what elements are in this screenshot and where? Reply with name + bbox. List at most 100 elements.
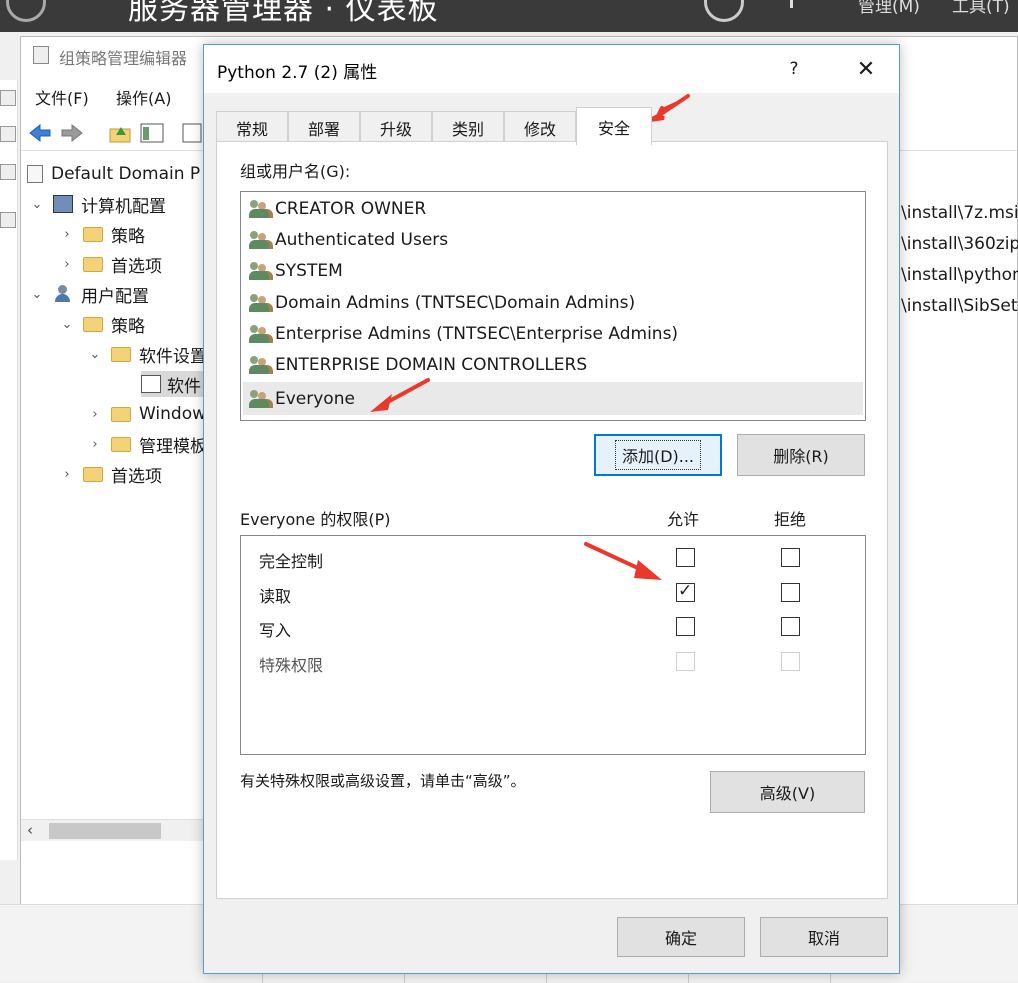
tree-uc-policies[interactable]: ⌄ 策略 bbox=[61, 311, 145, 337]
tab-deployment[interactable]: 部署 bbox=[288, 111, 360, 143]
tab-modifications[interactable]: 修改 bbox=[504, 111, 576, 143]
tree-software-install-label: 软件 bbox=[167, 376, 201, 397]
tab-upgrades[interactable]: 升级 bbox=[360, 111, 432, 143]
user-item-enterprise-dcs[interactable]: ENTERPRISE DOMAIN CONTROLLERS bbox=[243, 350, 863, 380]
computer-icon bbox=[53, 195, 73, 213]
permissions-label: Everyone 的权限(P) bbox=[240, 510, 391, 529]
menu-action[interactable]: 操作(A) bbox=[116, 85, 171, 109]
tree-root-label: Default Domain P bbox=[51, 164, 201, 184]
perm-name: 读取 bbox=[259, 587, 292, 606]
user-group-icon bbox=[249, 324, 271, 344]
scroll-thumb[interactable] bbox=[49, 823, 161, 839]
user-item-authenticated-users[interactable]: Authenticated Users bbox=[243, 225, 863, 255]
allow-checkbox-full-control[interactable] bbox=[676, 548, 695, 567]
perm-row-read: 读取 bbox=[241, 578, 865, 608]
tree-cc-preferences[interactable]: › 首选项 bbox=[61, 251, 162, 277]
user-name: SYSTEM bbox=[275, 261, 343, 281]
refresh-icon[interactable] bbox=[704, 0, 744, 22]
show-hide-tree-icon[interactable] bbox=[139, 121, 165, 145]
advanced-button[interactable]: 高级(V) bbox=[710, 771, 865, 813]
chevron-right-icon[interactable]: › bbox=[61, 227, 73, 242]
add-button-label: 添加(D)... bbox=[614, 440, 702, 470]
dialog-titlebar: Python 2.7 (2) 属性 ? ✕ bbox=[204, 45, 899, 93]
user-config-icon bbox=[53, 285, 73, 303]
add-button[interactable]: 添加(D)... bbox=[594, 434, 722, 476]
perm-name: 写入 bbox=[259, 621, 292, 640]
user-name: Everyone bbox=[275, 388, 355, 409]
menu-manage[interactable]: 管理(M) bbox=[858, 0, 920, 17]
tab-categories[interactable]: 类别 bbox=[432, 111, 504, 143]
user-item-system[interactable]: SYSTEM bbox=[243, 256, 863, 286]
tree-uc-preferences[interactable]: › 首选项 bbox=[61, 461, 162, 487]
properties-icon[interactable] bbox=[179, 121, 205, 145]
chevron-right-icon[interactable]: › bbox=[61, 257, 73, 272]
perm-row-write: 写入 bbox=[241, 612, 865, 642]
deny-checkbox-full-control[interactable] bbox=[781, 548, 800, 567]
chevron-down-icon[interactable]: ⌄ bbox=[61, 317, 73, 332]
tree-software-settings[interactable]: ⌄ 软件设置 bbox=[89, 341, 207, 367]
perm-name: 特殊权限 bbox=[259, 656, 324, 675]
deny-checkbox-write[interactable] bbox=[781, 617, 800, 636]
tree-software-install[interactable]: 软件 bbox=[141, 371, 205, 397]
folder-icon bbox=[83, 256, 103, 272]
menu-tools[interactable]: 工具(T) bbox=[952, 0, 1010, 17]
tab-security[interactable]: 安全 bbox=[576, 107, 652, 145]
user-item-enterprise-admins[interactable]: Enterprise Admins (TNTSEC\Enterprise Adm… bbox=[243, 319, 863, 349]
close-button[interactable]: ✕ bbox=[844, 45, 888, 93]
user-name: Domain Admins (TNTSEC\Domain Admins) bbox=[275, 293, 636, 313]
help-button[interactable]: ? bbox=[776, 45, 812, 93]
up-folder-icon[interactable] bbox=[107, 121, 133, 145]
user-item-everyone[interactable]: Everyone bbox=[243, 382, 863, 415]
back-arrow-icon[interactable] bbox=[27, 121, 53, 145]
package-path[interactable]: \install\7z.msi bbox=[901, 203, 1018, 223]
chevron-down-icon[interactable]: ⌄ bbox=[31, 287, 43, 302]
user-group-icon bbox=[249, 261, 271, 281]
forward-arrow-icon[interactable] bbox=[59, 121, 85, 145]
deny-column-header: 拒绝 bbox=[774, 510, 807, 529]
tree-computer-config[interactable]: ⌄ 计算机配置 bbox=[31, 191, 166, 217]
chevron-down-icon[interactable]: ⌄ bbox=[31, 197, 43, 212]
user-item-creator-owner[interactable]: CREATOR OWNER bbox=[243, 194, 863, 224]
cancel-button[interactable]: 取消 bbox=[760, 917, 888, 957]
deny-checkbox-special bbox=[781, 652, 800, 671]
software-install-icon bbox=[141, 375, 161, 393]
menu-file[interactable]: 文件(F) bbox=[35, 85, 89, 109]
remove-button[interactable]: 删除(R) bbox=[737, 434, 865, 476]
package-path[interactable]: \install\SibSet bbox=[901, 296, 1018, 316]
allow-column-header: 允许 bbox=[667, 510, 700, 529]
package-path[interactable]: \install\python bbox=[901, 265, 1018, 285]
deny-checkbox-read[interactable] bbox=[781, 583, 800, 602]
tree-windows-settings-label: Window bbox=[139, 404, 207, 424]
tree-admin-templates[interactable]: › 管理模板 bbox=[89, 431, 207, 457]
tab-general[interactable]: 常规 bbox=[216, 111, 288, 143]
allow-checkbox-read[interactable] bbox=[676, 581, 695, 602]
tree-uc-preferences-label: 首选项 bbox=[111, 466, 162, 487]
chevron-right-icon[interactable]: › bbox=[89, 407, 101, 422]
user-group-icon bbox=[249, 230, 271, 250]
user-group-icon bbox=[249, 355, 271, 375]
ok-button[interactable]: 确定 bbox=[617, 917, 745, 957]
server-manager-title: 服务器管理器 · 仪表板 bbox=[128, 0, 439, 27]
folder-icon bbox=[83, 466, 103, 482]
package-path[interactable]: \install\360zip bbox=[901, 234, 1018, 254]
scroll-left-icon[interactable]: ‹ bbox=[27, 821, 33, 839]
user-list[interactable]: CREATOR OWNER Authenticated Users SYSTEM… bbox=[240, 191, 866, 421]
folder-icon bbox=[83, 316, 103, 332]
tree-root[interactable]: Default Domain P bbox=[27, 161, 200, 187]
tree-cc-policies[interactable]: › 策略 bbox=[61, 221, 145, 247]
tree-cc-policies-label: 策略 bbox=[111, 226, 145, 247]
permissions-list: 完全控制 读取 写入 特殊权限 bbox=[240, 535, 866, 755]
user-name: ENTERPRISE DOMAIN CONTROLLERS bbox=[275, 355, 588, 375]
allow-checkbox-write[interactable] bbox=[676, 617, 695, 636]
user-group-icon bbox=[249, 389, 271, 409]
notifications-flag-icon[interactable] bbox=[790, 0, 793, 8]
tree-horizontal-scrollbar[interactable]: ‹ bbox=[21, 819, 205, 841]
tree-windows-settings[interactable]: › Window bbox=[89, 401, 206, 427]
security-tab-panel: 组或用户名(G): CREATOR OWNER Authenticated Us… bbox=[216, 141, 888, 899]
chevron-right-icon[interactable]: › bbox=[89, 437, 101, 452]
tree-user-config[interactable]: ⌄ 用户配置 bbox=[31, 281, 149, 307]
chevron-right-icon[interactable]: › bbox=[61, 467, 73, 482]
chevron-down-icon[interactable]: ⌄ bbox=[89, 347, 101, 362]
user-item-domain-admins[interactable]: Domain Admins (TNTSEC\Domain Admins) bbox=[243, 288, 863, 318]
background-window-edge bbox=[0, 80, 18, 860]
